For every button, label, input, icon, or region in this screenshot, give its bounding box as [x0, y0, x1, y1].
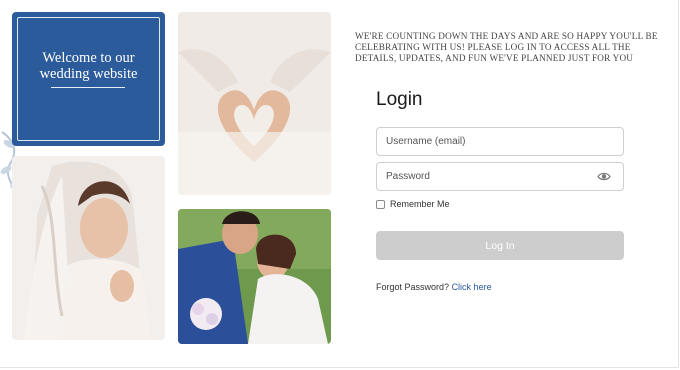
welcome-title-line2: wedding website	[39, 66, 138, 82]
forgot-password-text: Forgot Password?	[376, 282, 450, 292]
remember-me[interactable]: Remember Me	[376, 198, 450, 210]
forgot-password-link[interactable]: Click here	[452, 282, 492, 292]
login-heading: Login	[376, 89, 423, 110]
eye-icon[interactable]	[597, 171, 611, 182]
welcome-divider	[51, 87, 125, 88]
welcome-title-line1: Welcome to our	[42, 50, 135, 66]
password-input[interactable]	[376, 162, 624, 191]
hands-heart-photo	[178, 12, 331, 195]
remember-me-label: Remember Me	[390, 199, 450, 209]
forgot-password: Forgot Password? Click here	[376, 282, 492, 292]
bride-photo	[12, 156, 165, 340]
couple-photo	[178, 209, 331, 344]
login-button[interactable]: Log In	[376, 231, 624, 260]
intro-text: WE'RE COUNTING DOWN THE DAYS AND ARE SO …	[355, 31, 658, 63]
welcome-title: Welcome to our wedding website	[12, 50, 165, 82]
welcome-card: Welcome to our wedding website	[12, 12, 165, 146]
checkbox-icon[interactable]	[376, 199, 385, 209]
username-input[interactable]	[376, 127, 624, 156]
